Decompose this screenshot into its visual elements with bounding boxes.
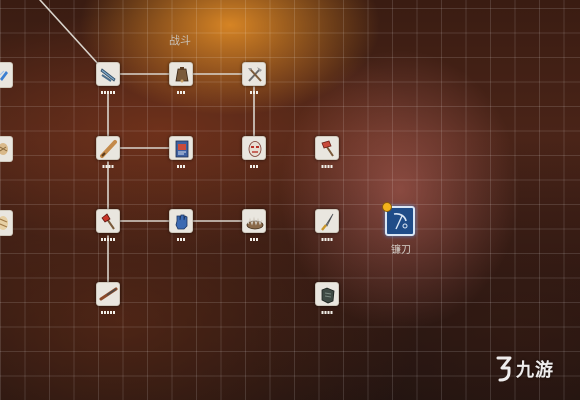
- cowbell-icon: [175, 67, 189, 83]
- glove-icon: [175, 214, 188, 230]
- skill-node[interactable]: [315, 209, 339, 241]
- level-pips: [101, 238, 115, 241]
- rifle-icon: [99, 287, 118, 301]
- watermark-text: 九游: [516, 360, 554, 381]
- bandage-icon: [0, 216, 8, 230]
- skill-node[interactable]: [315, 136, 339, 168]
- level-pips: [177, 91, 185, 94]
- skill-card-icon: [175, 140, 189, 158]
- scythe-icon: [393, 213, 408, 230]
- skill-node[interactable]: [96, 136, 120, 168]
- section-title: 战斗: [169, 34, 191, 47]
- level-pips: [250, 238, 258, 241]
- watermark-logo-icon: [496, 356, 512, 382]
- skill-node[interactable]: [169, 136, 193, 168]
- skill-node[interactable]: [242, 62, 266, 94]
- level-pips: [101, 91, 115, 94]
- skill-node[interactable]: [169, 209, 193, 241]
- level-pips: [250, 91, 258, 94]
- skill-node[interactable]: [169, 62, 193, 94]
- bear-trap-icon: [246, 216, 264, 230]
- level-pips: [321, 238, 333, 241]
- edge-node[interactable]: [0, 210, 13, 236]
- watermark: 九游: [494, 356, 554, 382]
- level-pips: [321, 165, 333, 168]
- connection-lines: [39, 0, 255, 295]
- edge-node[interactable]: [0, 62, 13, 88]
- link-line: [39, 0, 101, 67]
- featured-node-label: 镰刀: [391, 245, 411, 256]
- wrapped-item-icon: [0, 143, 8, 155]
- knife-icon: [321, 213, 334, 231]
- skill-node[interactable]: [242, 209, 266, 241]
- blade-icon: [100, 68, 116, 82]
- level-pips: [321, 311, 333, 314]
- skill-node[interactable]: [96, 62, 120, 94]
- crossed-tools-icon: [248, 67, 262, 82]
- level-pips: [177, 165, 185, 168]
- skill-node[interactable]: [242, 136, 266, 168]
- fire-axe-icon: [101, 213, 115, 230]
- sledgehammer-icon: [321, 140, 334, 157]
- featured-skill-node[interactable]: [382, 202, 415, 236]
- level-pips: [102, 165, 114, 168]
- level-pips: [101, 311, 115, 314]
- level-pips: [250, 165, 258, 168]
- level-pips: [177, 238, 185, 241]
- mask-icon: [248, 141, 262, 157]
- skill-node[interactable]: [96, 282, 120, 314]
- edge-node[interactable]: [0, 136, 13, 162]
- baseball-bat-icon: [100, 140, 117, 158]
- skill-tree-screen: 战斗 镰刀 九游: [0, 0, 580, 400]
- blue-item-icon: [0, 70, 8, 81]
- skill-node[interactable]: [96, 209, 120, 241]
- armor-icon: [321, 287, 335, 304]
- skill-node[interactable]: [315, 282, 339, 314]
